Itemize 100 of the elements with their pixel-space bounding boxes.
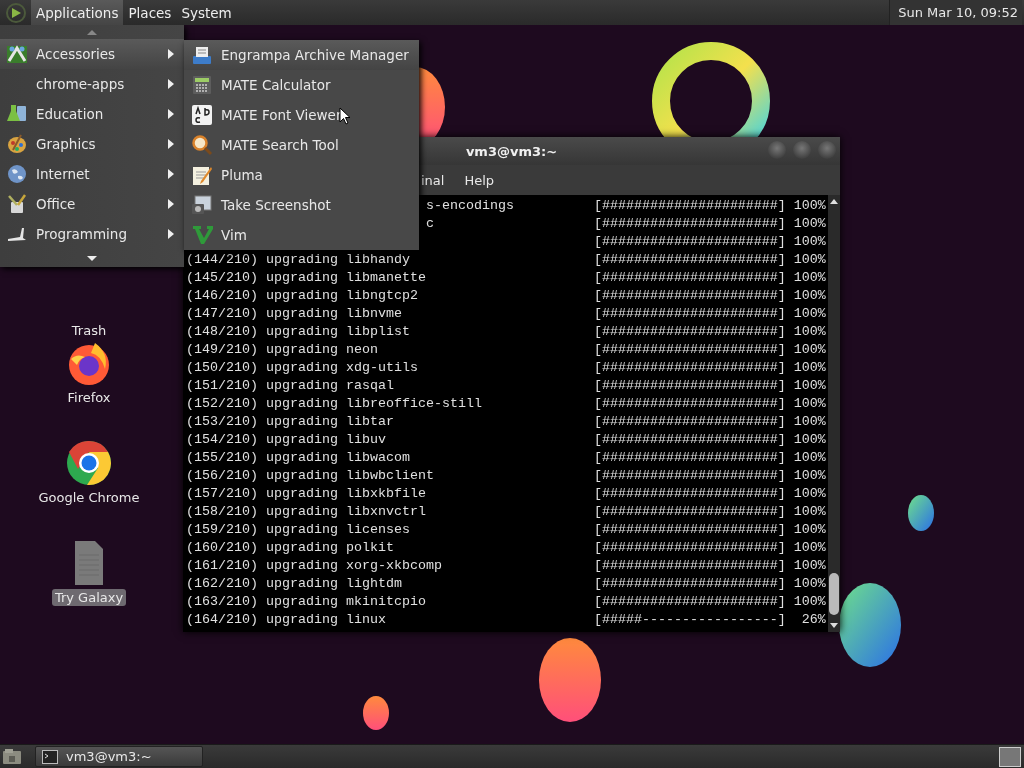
menu-item[interactable]: inal (421, 172, 455, 188)
percent-text: 100% (792, 431, 826, 449)
progress-text: [######################] (593, 449, 786, 467)
menu-item[interactable]: chrome-apps (0, 69, 184, 99)
archive-icon (191, 44, 213, 66)
progress-text: [######################] (593, 215, 786, 233)
menu-item[interactable]: Accessories (0, 39, 184, 69)
mate-logo-icon[interactable] (6, 2, 26, 23)
scroll-thumb[interactable] (829, 573, 839, 615)
percent-text: 100% (792, 395, 826, 413)
panel-menu[interactable]: Places (123, 0, 177, 25)
taskbar-button[interactable]: vm3@vm3:~ (35, 746, 203, 767)
progress-text: [######################] (593, 539, 786, 557)
clock[interactable]: Sun Mar 10, 09:52 (889, 0, 1022, 25)
show-desktop-icon[interactable] (2, 747, 22, 766)
cursor-icon (339, 107, 351, 125)
progress-text: [######################] (593, 593, 786, 611)
terminal-line: (160/210) upgrading polkit (186, 540, 394, 555)
progress-text: [######################] (593, 485, 786, 503)
terminal-icon (42, 749, 58, 764)
menu-item[interactable]: Internet (0, 159, 184, 189)
calculator-icon (191, 74, 213, 96)
terminal-line: (154/210) upgrading libuv (186, 432, 386, 447)
percent-text: 100% (792, 269, 826, 287)
panel-menu[interactable]: Applications (31, 0, 124, 25)
menu-item[interactable]: MATE Search Tool (184, 130, 419, 160)
submenu-arrow-icon (168, 109, 174, 119)
menu-item[interactable]: Education (0, 99, 184, 129)
percent-text: 100% (792, 287, 826, 305)
percent-text: 100% (792, 323, 826, 341)
progress-text: [######################] (593, 467, 786, 485)
percent-text: 100% (792, 575, 826, 593)
scroll-down-icon[interactable] (87, 256, 97, 261)
progress-text: [######################] (593, 503, 786, 521)
terminal-line: (163/210) upgrading mkinitcpio (186, 594, 426, 609)
submenu-arrow-icon (168, 169, 174, 179)
percent-text: 100% (792, 341, 826, 359)
progress-text: [######################] (593, 575, 786, 593)
menu-item[interactable]: Help (454, 172, 505, 188)
scrollbar[interactable] (828, 195, 840, 632)
terminal-line: (162/210) upgrading lightdm (186, 576, 402, 591)
terminal-line: (148/210) upgrading libplist (186, 324, 410, 339)
desktop-icon-label[interactable]: Trash (68, 322, 110, 339)
progress-text: [######################] (593, 287, 786, 305)
progress-text: [######################] (593, 359, 786, 377)
progress-text: [#####-----------------] (593, 611, 786, 629)
notepad-icon (191, 164, 213, 186)
percent-text: 100% (792, 467, 826, 485)
panel-menu[interactable]: System (176, 0, 237, 25)
progress-text: [######################] (593, 197, 786, 215)
terminal-line: (161/210) upgrading xorg-xkbcomp (186, 558, 442, 573)
percent-text: 100% (792, 215, 826, 233)
progress-text: [######################] (593, 431, 786, 449)
terminal-line: (158/210) upgrading libxnvctrl (186, 504, 426, 519)
percent-text: 100% (792, 197, 826, 215)
menu-item[interactable]: Pluma (184, 160, 419, 190)
percent-text: 100% (792, 539, 826, 557)
menu-item[interactable]: MATE Calculator (184, 70, 419, 100)
desktop-icon-label[interactable]: Try Galaxy (51, 589, 127, 606)
percent-text: 100% (792, 593, 826, 611)
percent-text: 100% (792, 413, 826, 431)
percent-text: 100% (792, 377, 826, 395)
desktop-icon-label[interactable]: Google Chrome (35, 489, 143, 506)
progress-text: [######################] (593, 557, 786, 575)
menu-item[interactable]: Graphics (0, 129, 184, 159)
percent-text: 100% (792, 557, 826, 575)
percent-text: 100% (792, 521, 826, 539)
globe-icon (6, 163, 28, 185)
terminal-line: s-encodings (425, 198, 514, 213)
submenu-arrow-icon (168, 79, 174, 89)
terminal-line: (152/210) upgrading libreoffice-still (186, 396, 482, 411)
menu-item[interactable]: Programming (0, 219, 184, 249)
terminal-line: (151/210) upgrading rasqal (186, 378, 394, 393)
menu-item[interactable]: Vim (184, 220, 419, 250)
camera-icon (191, 194, 213, 216)
submenu-arrow-icon (168, 229, 174, 239)
percent-text: 100% (792, 233, 826, 251)
vim-logo-icon (191, 224, 213, 246)
font-icon (191, 104, 213, 126)
terminal-line: (157/210) upgrading libxkbfile (186, 486, 426, 501)
percent-text: 100% (792, 305, 826, 323)
menu-item[interactable]: Engrampa Archive Manager (184, 40, 419, 70)
menu-item[interactable]: Office (0, 189, 184, 219)
workspace-switcher[interactable] (999, 746, 1021, 767)
submenu-arrow-icon (168, 139, 174, 149)
percent-text: 100% (792, 359, 826, 377)
terminal-line: (145/210) upgrading libmanette (186, 270, 426, 285)
percent-text: 100% (792, 251, 826, 269)
tools-icon (6, 43, 28, 65)
terminal-line: (147/210) upgrading libnvme (186, 306, 402, 321)
progress-text: [######################] (593, 413, 786, 431)
progress-text: [######################] (593, 269, 786, 287)
menu-item[interactable]: Take Screenshot (184, 190, 419, 220)
chrome-icon (65, 439, 113, 487)
submenu-arrow-icon (168, 199, 174, 209)
terminal-line: (164/210) upgrading linux (186, 612, 386, 627)
percent-text: 100% (792, 485, 826, 503)
scroll-down-icon[interactable] (830, 623, 838, 628)
progress-text: [######################] (593, 305, 786, 323)
desktop-icon-label[interactable]: Firefox (64, 389, 114, 406)
